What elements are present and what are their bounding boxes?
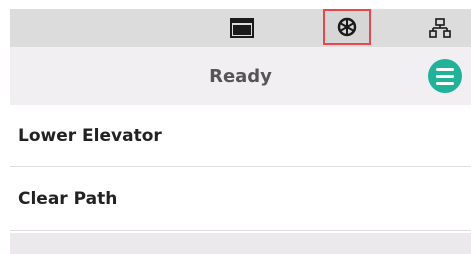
wheel-icon[interactable] (323, 9, 371, 45)
network-icon[interactable] (422, 9, 458, 47)
clear-path-item[interactable]: Clear Path (10, 167, 471, 231)
action-list: Lower Elevator Clear Path (10, 105, 471, 231)
hamburger-line (436, 74, 454, 78)
menu-button[interactable] (428, 59, 462, 93)
lower-elevator-item[interactable]: Lower Elevator (10, 105, 471, 167)
hamburger-line (436, 67, 454, 71)
hamburger-line (436, 81, 454, 85)
status-text: Ready (209, 65, 272, 87)
monitor-icon[interactable] (224, 9, 260, 47)
status-bar: Ready (10, 47, 471, 105)
top-toolbar (10, 9, 471, 47)
list-footer (10, 233, 471, 254)
